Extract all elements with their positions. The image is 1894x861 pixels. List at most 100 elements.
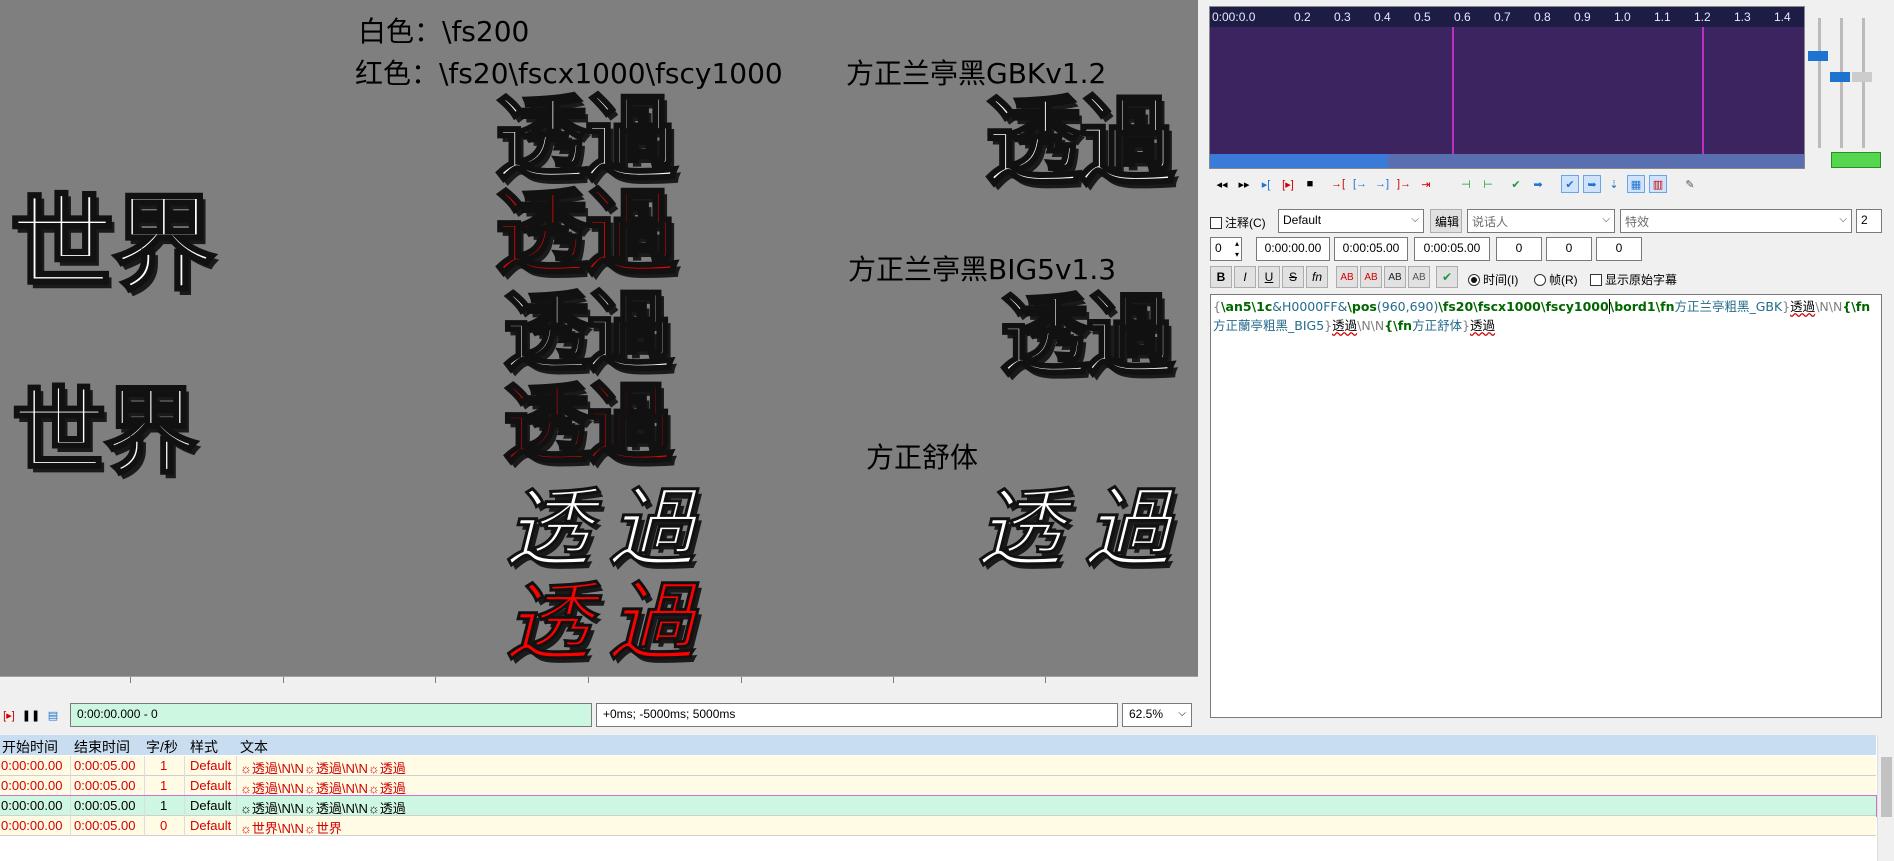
end-time-field[interactable]: 0:00:05.00 <box>1334 237 1408 261</box>
margin-right-field[interactable]: 0 <box>1546 237 1592 261</box>
play-begin-icon[interactable]: [→ <box>1351 175 1369 193</box>
col-cps-header[interactable]: 字/秒 <box>146 737 178 757</box>
override-tag: \fscx1000\fscy1000 <box>1473 299 1609 314</box>
commit-check-icon[interactable]: ✔ <box>1436 266 1458 288</box>
subtitle-red-1: 透過 <box>493 180 678 287</box>
play-end-icon[interactable]: →] <box>1373 175 1391 193</box>
zoom-select[interactable]: 62.5% ⌵ <box>1122 703 1192 727</box>
table-row[interactable]: 0:00:00.00 0:00:05.00 1 Default ☼透過\N\N☼透過\N… <box>0 795 1877 817</box>
audio-sliders <box>1806 6 1892 169</box>
comment-checkbox[interactable]: 注释(C) <box>1210 214 1266 231</box>
override-brace: } <box>1782 299 1791 314</box>
checkbox-box[interactable] <box>1210 216 1222 229</box>
auto-scroll-icon[interactable]: ⇣ <box>1605 175 1623 193</box>
grid-scrollbar[interactable] <box>1877 735 1894 861</box>
radio-on[interactable] <box>1468 273 1480 286</box>
margin-vertical-field[interactable]: 0 <box>1596 237 1642 261</box>
subtitle-text-editor[interactable]: {\an5\1c&H0000FF&\pos(960,690)\fs20\fscx… <box>1210 294 1882 718</box>
cell-end: 0:00:05.00 <box>74 798 136 813</box>
auto-next-icon[interactable]: ➥ <box>1583 175 1601 193</box>
bold-button[interactable]: B <box>1210 266 1232 288</box>
shadow-color-button[interactable]: AB <box>1408 266 1430 288</box>
goto-icon[interactable]: ➡ <box>1529 175 1547 193</box>
video-keyframes-icon[interactable]: ▥ <box>1649 175 1667 193</box>
chevron-down-icon: ⌵ <box>1178 708 1186 719</box>
prev-line-icon[interactable]: ◂◂ <box>1213 175 1231 193</box>
subtitle-grid[interactable]: 开始时间 结束时间 字/秒 样式 文本 0:00:00.00 0:00:05.00… <box>0 735 1894 861</box>
audio-tick: 1.0 <box>1614 10 1631 24</box>
audio-scroll-thumb[interactable] <box>1210 154 1389 168</box>
table-row[interactable]: 0:00:00.00 0:00:05.00 1 Default ☼透過\N\N☼透過\N… <box>0 776 1876 796</box>
next-line-icon[interactable]: ▸▸ <box>1235 175 1253 193</box>
duration-field[interactable]: 0:00:05.00 <box>1414 237 1490 261</box>
lead-in-icon[interactable]: ⊣ <box>1457 175 1475 193</box>
show-original-checkbox[interactable]: 显示原始字幕 <box>1590 271 1677 288</box>
outline-color-button[interactable]: AB <box>1384 266 1406 288</box>
commit-icon[interactable]: ✔ <box>1507 175 1525 193</box>
style-select[interactable]: Default ⌵ <box>1278 209 1424 233</box>
spectrum-icon[interactable]: ▦ <box>1627 175 1645 193</box>
zoom-slider-thumb[interactable] <box>1808 51 1828 61</box>
col-start-header[interactable]: 开始时间 <box>2 737 58 757</box>
audio-start-marker[interactable] <box>1452 27 1454 168</box>
zoom-slider-track[interactable] <box>1818 18 1821 148</box>
cell-text: ☼透過\N\N☼透過\N\N☼透過 <box>240 761 406 776</box>
subtitle-white-1: 透過 <box>493 86 678 193</box>
cell-style: Default <box>190 798 232 813</box>
play-to-end-icon[interactable]: ⇥ <box>1417 175 1435 193</box>
audio-tick: 0.2 <box>1294 10 1311 24</box>
subtitle-text: 透過 <box>1332 318 1358 333</box>
cell-start: 0:00:00.00 <box>1 778 63 793</box>
effect-select[interactable]: 特效 ⌵ <box>1620 209 1852 233</box>
grid-scroll-thumb[interactable] <box>1881 757 1892 817</box>
table-row[interactable]: 0:00:00.00 0:00:05.00 0 Default ☼世界\N\N☼世界 <box>0 816 1876 836</box>
volume-slider-track[interactable] <box>1840 18 1843 148</box>
play-line-icon[interactable]: [▸] <box>1279 175 1297 193</box>
audio-end-marker[interactable] <box>1702 27 1704 168</box>
col-end-header[interactable]: 结束时间 <box>74 737 130 757</box>
actor-select[interactable]: 说话人 ⌵ <box>1467 209 1615 233</box>
start-time-field[interactable]: 0:00:00.00 <box>1256 237 1330 261</box>
volume-slider-thumb[interactable] <box>1830 72 1850 82</box>
time-radio[interactable]: 时间(I) <box>1468 271 1518 288</box>
link-toggle[interactable] <box>1831 152 1881 168</box>
play-line-icon[interactable]: [▸] <box>0 706 18 724</box>
auto-commit-icon[interactable]: ✔ <box>1561 175 1579 193</box>
play-after-icon[interactable]: ]→ <box>1395 175 1413 193</box>
col-text-header[interactable]: 文本 <box>240 737 268 757</box>
italic-button[interactable]: I <box>1234 266 1256 288</box>
vertical-zoom-track[interactable] <box>1862 18 1865 148</box>
secondary-color-button[interactable]: AB <box>1360 266 1382 288</box>
audio-tick: 0.4 <box>1374 10 1391 24</box>
underline-button[interactable]: U <box>1258 266 1280 288</box>
layer-spin[interactable]: 0 ▴ ▾ <box>1210 237 1242 261</box>
col-style-header[interactable]: 样式 <box>190 737 218 757</box>
cell-start: 0:00:00.00 <box>1 818 63 833</box>
auto-scroll-icon[interactable]: ▤ <box>44 706 62 724</box>
spin-arrows-icon[interactable]: ▴ ▾ <box>1235 238 1239 260</box>
play-before-icon[interactable]: →[ <box>1329 175 1347 193</box>
stop-icon[interactable]: ■ <box>1301 175 1319 193</box>
lead-out-icon[interactable]: ⊢ <box>1479 175 1497 193</box>
font-button[interactable]: fn <box>1306 266 1328 288</box>
cell-style: Default <box>190 758 232 773</box>
video-offset-field: +0ms; -5000ms; 5000ms <box>596 703 1118 727</box>
frame-radio[interactable]: 帧(R) <box>1534 271 1578 288</box>
video-seek-ruler[interactable] <box>0 676 1198 688</box>
vertical-zoom-thumb[interactable] <box>1852 72 1872 82</box>
cell-cps: 1 <box>160 778 168 793</box>
video-time-field[interactable]: 0:00:00.000 - 0 <box>70 703 592 727</box>
primary-color-button[interactable]: AB <box>1336 266 1358 288</box>
margin-left-field[interactable]: 0 <box>1496 237 1542 261</box>
checkbox-box[interactable] <box>1590 273 1602 286</box>
table-row[interactable]: 0:00:00.00 0:00:05.00 1 Default ☼透過\N\N☼透過\N… <box>0 756 1876 776</box>
edit-style-button[interactable]: 编辑 <box>1430 209 1462 233</box>
pause-icon[interactable]: ❚❚ <box>22 706 40 724</box>
radio-off[interactable] <box>1534 273 1546 286</box>
video-display[interactable]: 白色：\fs200 红色：\fs20\fscx1000\fscy1000 方正兰… <box>0 0 1198 676</box>
play-selection-icon[interactable]: ▸[ <box>1257 175 1275 193</box>
audio-waveform[interactable]: 0:00:0.0 0.2 0.3 0.4 0.5 0.6 0.7 0.8 0.9… <box>1209 6 1805 169</box>
karaoke-icon[interactable]: ✎ <box>1681 175 1699 193</box>
strikeout-button[interactable]: S <box>1282 266 1304 288</box>
audio-scrollbar[interactable] <box>1210 154 1804 168</box>
